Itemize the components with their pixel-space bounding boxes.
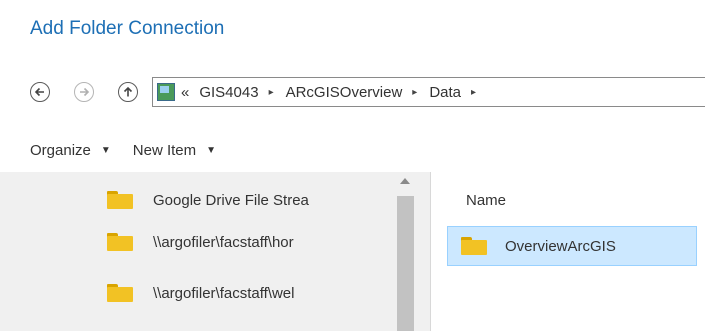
tree-item-label: Google Drive File Strea [153,191,309,209]
address-bar[interactable]: « GIS4043 ▸ ARcGISOverview ▸ Data ▸ [152,77,705,107]
tree-view: Google Drive File Strea \\argofiler\facs… [0,172,396,331]
address-overflow[interactable]: « [181,84,189,101]
list-item-label: OverviewArcGIS [505,237,616,255]
forward-button[interactable] [74,82,94,102]
location-icon [157,83,175,101]
scrollbar-thumb[interactable] [397,196,414,331]
tree-item-argofiler-wel[interactable]: \\argofiler\facstaff\wel [107,284,294,302]
address-separator-icon[interactable]: ▸ [412,87,417,98]
folder-icon [107,191,133,209]
up-button[interactable] [118,82,138,102]
address-segment-arcgisoverview[interactable]: ARcGISOverview [286,84,403,101]
tree-item-argofiler-hor[interactable]: \\argofiler\facstaff\hor [107,233,294,251]
folder-icon [461,237,487,255]
tree-item-label: \\argofiler\facstaff\hor [153,233,294,251]
folder-icon [107,233,133,251]
new-item-label: New Item [132,142,197,159]
organize-button[interactable]: Organize ▼ [30,142,111,159]
column-header-name[interactable]: Name [466,192,506,209]
scroll-up-arrow-icon[interactable] [400,178,410,184]
organize-label: Organize [30,142,91,159]
list-item[interactable]: OverviewArcGIS [447,226,697,266]
tree-item-google-drive[interactable]: Google Drive File Strea [107,191,309,209]
dialog-title: Add Folder Connection [30,18,225,39]
address-segment-data[interactable]: Data [429,84,461,101]
back-button[interactable] [30,82,50,102]
vertical-scrollbar[interactable] [396,172,415,331]
address-separator-icon[interactable]: ▸ [471,87,476,98]
address-segment-gis4043[interactable]: GIS4043 [199,84,258,101]
back-arrow-icon [34,87,44,97]
toolbar: Organize ▼ New Item ▼ [30,142,238,159]
forward-arrow-icon [80,87,90,97]
folder-icon [107,284,133,302]
new-item-button[interactable]: New Item ▼ [133,142,216,159]
tree-item-label: \\argofiler\facstaff\wel [153,284,295,302]
dropdown-caret-icon: ▼ [206,145,217,156]
navigation-pane: Google Drive File Strea \\argofiler\facs… [0,172,430,331]
up-arrow-icon [123,86,133,97]
address-separator-icon[interactable]: ▸ [269,87,274,98]
dropdown-caret-icon: ▼ [100,145,111,156]
